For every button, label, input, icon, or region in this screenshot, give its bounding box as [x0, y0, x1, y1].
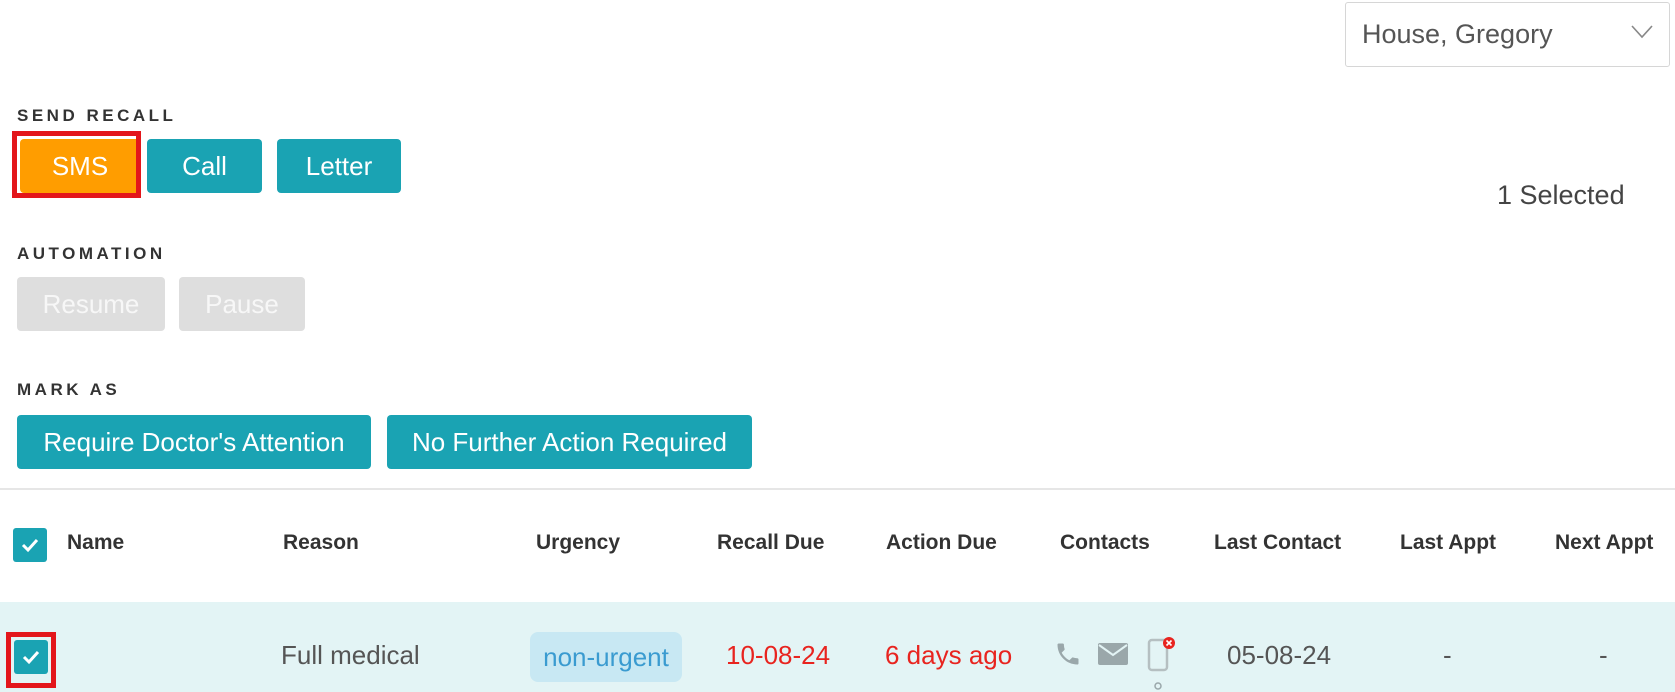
call-button[interactable]: Call — [147, 139, 262, 193]
row-recall-due: 10-08-24 — [726, 640, 831, 670]
row-action-due: 6 days ago — [885, 640, 1013, 670]
send-recall-label: SEND RECALL — [17, 106, 177, 125]
resume-button[interactable]: Resume — [17, 277, 165, 331]
row-last-contact: 05-08-24 — [1227, 640, 1332, 670]
mark-as-label: MARK AS — [17, 380, 121, 399]
sms-button[interactable]: SMS — [20, 139, 140, 193]
check-icon — [21, 538, 39, 553]
chevron-down-icon — [1631, 25, 1653, 39]
phone-icon[interactable] — [1054, 640, 1082, 668]
column-header-action-due[interactable]: Action Due — [886, 531, 997, 555]
column-header-urgency[interactable]: Urgency — [536, 531, 620, 555]
letter-button[interactable]: Letter — [277, 139, 401, 193]
column-header-contacts[interactable]: Contacts — [1060, 531, 1150, 555]
no-further-action-button[interactable]: No Further Action Required — [387, 415, 752, 469]
column-header-next-appt[interactable]: Next Appt — [1555, 531, 1653, 555]
row-next-appt: - — [1599, 640, 1608, 670]
provider-select-value: House, Gregory — [1362, 19, 1553, 49]
check-icon — [22, 650, 40, 665]
row-last-appt: - — [1443, 640, 1452, 670]
automation-label: AUTOMATION — [17, 244, 166, 263]
column-header-reason[interactable]: Reason — [283, 531, 359, 555]
provider-select[interactable]: House, Gregory — [1345, 2, 1670, 67]
row-reason: Full medical — [281, 640, 420, 670]
table-header: Name Reason Urgency Recall Due Action Du… — [0, 490, 1675, 602]
selected-count: 1 Selected — [1497, 180, 1625, 210]
column-header-name[interactable]: Name — [67, 531, 124, 555]
mobile-icon[interactable] — [1147, 636, 1177, 692]
table-row[interactable]: Full medical non-urgent 10-08-24 6 days … — [0, 602, 1675, 692]
mail-icon[interactable] — [1097, 642, 1129, 666]
column-header-recall-due[interactable]: Recall Due — [717, 531, 824, 555]
urgency-badge: non-urgent — [530, 632, 682, 682]
row-checkbox[interactable] — [14, 640, 48, 674]
column-header-last-contact[interactable]: Last Contact — [1214, 531, 1341, 555]
select-all-checkbox[interactable] — [13, 528, 47, 562]
column-header-last-appt[interactable]: Last Appt — [1400, 531, 1496, 555]
require-doctor-attention-button[interactable]: Require Doctor's Attention — [17, 415, 371, 469]
pause-button[interactable]: Pause — [179, 277, 305, 331]
